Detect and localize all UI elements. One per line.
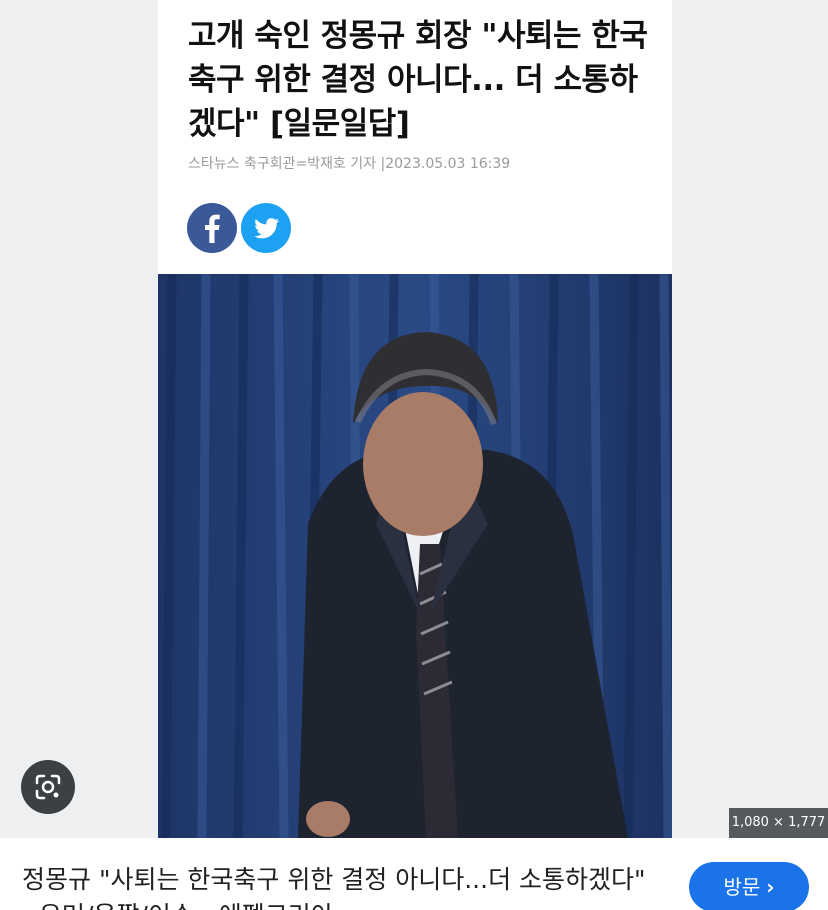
chevron-right-icon: ›	[766, 875, 775, 899]
article-byline: 스타뉴스 축구회관=박재호 기자 |2023.05.03 16:39	[188, 156, 511, 172]
image-dimensions-badge: 1,080 × 1,777	[729, 808, 828, 838]
facebook-icon	[205, 214, 220, 243]
facebook-share-button[interactable]	[187, 203, 237, 253]
result-title[interactable]: 정몽규 "사퇴는 한국축구 위한 결정 아니다...더 소통하겠다" - 유머/…	[22, 862, 662, 910]
lens-search-button[interactable]	[21, 760, 75, 814]
article-headline: 고개 숙인 정몽규 회장 "사퇴는 한국 축구 위한 결정 아니다... 더 소…	[188, 18, 648, 142]
person-bowing-photo	[158, 274, 672, 838]
lens-icon	[35, 774, 61, 800]
twitter-share-button[interactable]	[241, 203, 291, 253]
visit-button[interactable]: 방문 ›	[689, 862, 809, 910]
article-card: 고개 숙인 정몽규 회장 "사퇴는 한국 축구 위한 결정 아니다... 더 소…	[158, 0, 672, 838]
twitter-icon	[254, 218, 280, 239]
result-footer: 정몽규 "사퇴는 한국축구 위한 결정 아니다...더 소통하겠다" - 유머/…	[0, 838, 828, 910]
visit-label: 방문	[723, 875, 761, 899]
